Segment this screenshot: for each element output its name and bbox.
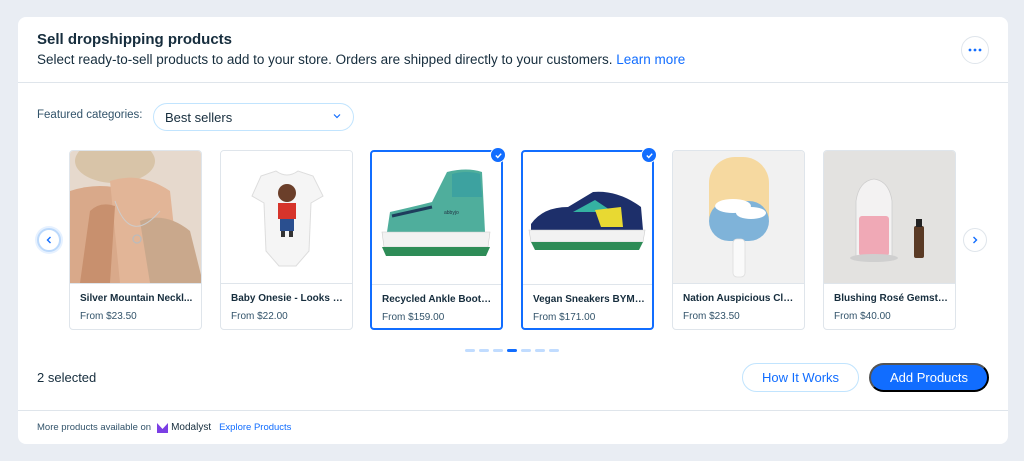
product-card[interactable]: Silver Mountain Neckl... From $23.50 <box>69 150 202 330</box>
page-dot[interactable] <box>535 349 545 352</box>
how-it-works-button[interactable]: How It Works <box>742 363 859 392</box>
page-dot[interactable] <box>479 349 489 352</box>
product-image-onesie <box>221 151 352 283</box>
product-card[interactable]: Nation Auspicious Clo... From $23.50 <box>672 150 805 330</box>
selected-check-icon <box>641 147 657 163</box>
card-footer: More products available on Modalyst Expl… <box>18 410 1008 444</box>
card-divider <box>70 283 201 284</box>
product-name: Nation Auspicious Clo... <box>683 293 797 304</box>
product-price: From $22.00 <box>231 311 288 322</box>
product-name: Baby Onesie - Looks Li... <box>231 293 345 304</box>
svg-text:abbyjo: abbyjo <box>444 210 459 216</box>
selected-count: 2 selected <box>37 370 97 385</box>
footer-text: More products available on <box>37 422 152 433</box>
product-image-necklace <box>70 151 201 283</box>
card-divider <box>824 283 955 284</box>
product-name: Recycled Ankle Boots ... <box>382 294 496 305</box>
add-products-button[interactable]: Add Products <box>869 363 989 392</box>
product-price: From $171.00 <box>533 312 596 323</box>
card-title: Sell dropshipping products <box>37 31 232 48</box>
product-price: From $159.00 <box>382 312 445 323</box>
category-dropdown-value: Best sellers <box>165 109 233 125</box>
product-image-gemstone <box>824 151 955 283</box>
card-header: Sell dropshipping products Select ready-… <box>18 17 1008 83</box>
card-subtitle: Select ready-to-sell products to add to … <box>37 52 685 67</box>
modalyst-brand: Modalyst <box>171 422 212 433</box>
carousel-pagination <box>465 349 559 352</box>
card-divider <box>673 283 804 284</box>
modalyst-icon <box>157 422 169 433</box>
ellipsis-icon <box>968 48 982 52</box>
product-price: From $23.50 <box>80 311 137 322</box>
product-card[interactable]: Baby Onesie - Looks Li... From $22.00 <box>220 150 353 330</box>
page-dot[interactable] <box>521 349 531 352</box>
dropshipping-card: Sell dropshipping products Select ready-… <box>18 17 1008 444</box>
learn-more-link[interactable]: Learn more <box>616 52 685 67</box>
card-divider <box>372 284 501 285</box>
modalyst-logo: Modalyst <box>157 422 211 433</box>
product-image-ankle-boots: abbyjo <box>372 152 501 284</box>
category-dropdown[interactable]: Best sellers <box>153 103 354 131</box>
chevron-down-icon <box>333 114 341 119</box>
product-card-selected[interactable]: abbyjo Recycled Ankle Boots ... From $15… <box>370 147 506 330</box>
page-dot[interactable] <box>549 349 559 352</box>
product-image-vegan-sneakers <box>523 152 652 284</box>
explore-products-link[interactable]: Explore Products <box>219 422 291 433</box>
subtitle-text: Select ready-to-sell products to add to … <box>37 52 613 67</box>
carousel-prev-button[interactable] <box>37 228 61 252</box>
card-divider <box>523 284 652 285</box>
chevron-right-icon <box>973 236 978 244</box>
product-name: Silver Mountain Neckl... <box>80 293 193 304</box>
more-actions-button[interactable] <box>961 36 989 64</box>
card-divider <box>221 283 352 284</box>
page-dot[interactable] <box>493 349 503 352</box>
product-price: From $40.00 <box>834 311 891 322</box>
page-dot-active[interactable] <box>507 349 517 352</box>
featured-categories-label: Featured categories: <box>37 109 143 121</box>
carousel-next-button[interactable] <box>963 228 987 252</box>
product-card[interactable]: Blushing Rosé Gemsto... From $40.00 <box>823 150 956 330</box>
selected-check-icon <box>490 147 506 163</box>
product-name: Blushing Rosé Gemsto... <box>834 293 948 304</box>
product-price: From $23.50 <box>683 311 740 322</box>
page-dot[interactable] <box>465 349 475 352</box>
chevron-left-icon <box>46 236 51 244</box>
product-name: Vegan Sneakers BYMA... <box>533 294 647 305</box>
product-card-selected[interactable]: Vegan Sneakers BYMA... From $171.00 <box>521 147 657 330</box>
product-image-paddle <box>673 151 804 283</box>
